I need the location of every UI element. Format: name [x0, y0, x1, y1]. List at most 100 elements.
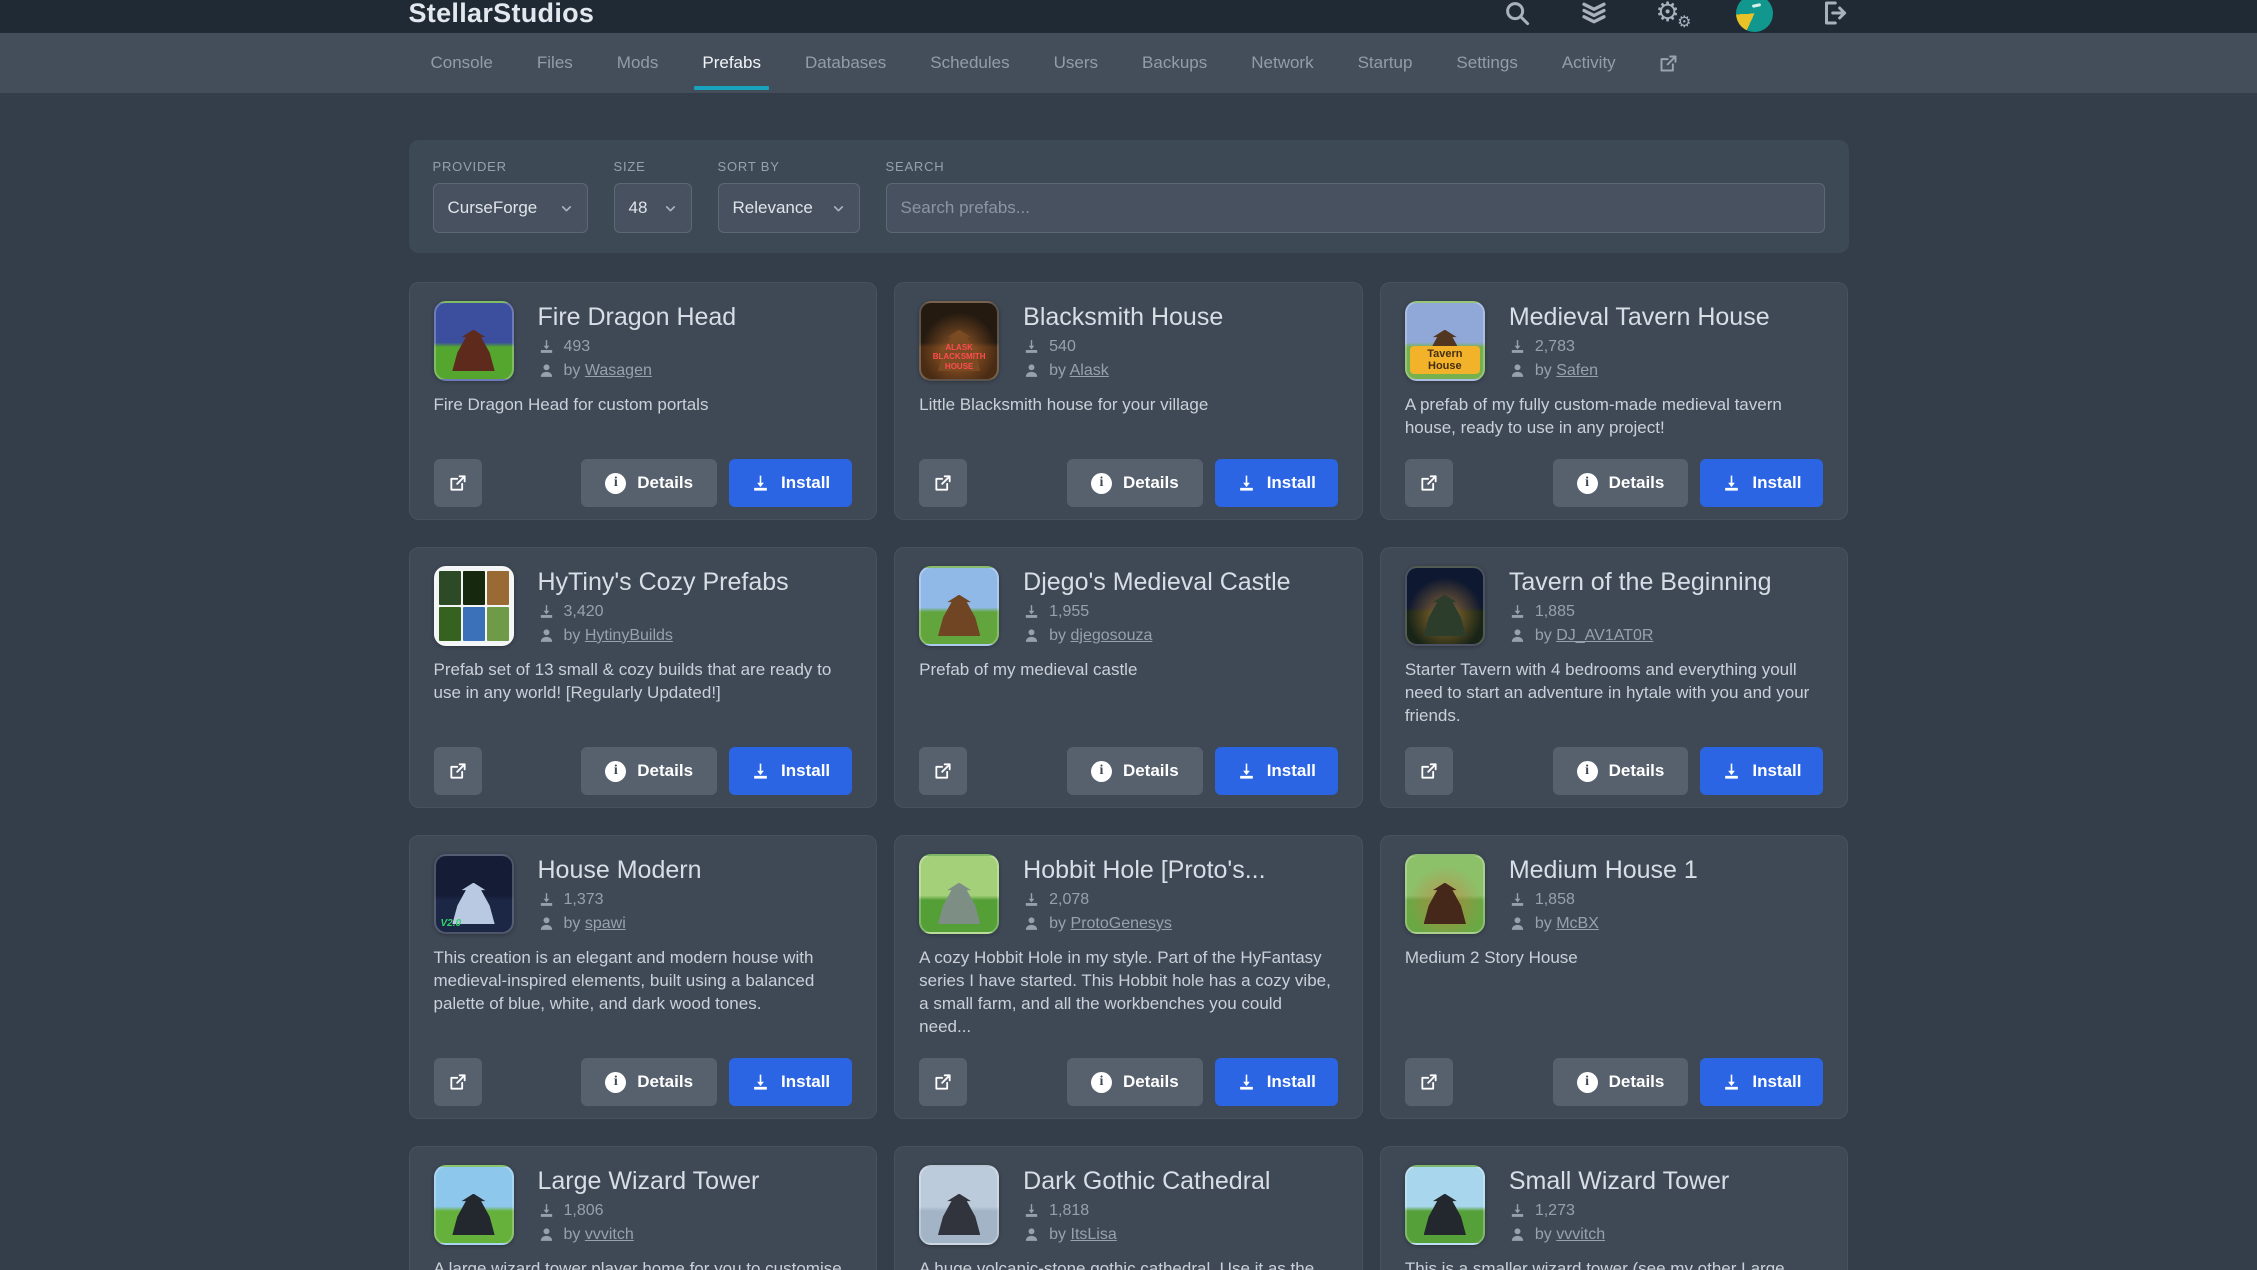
- download-icon: [1023, 338, 1040, 355]
- author-link[interactable]: McBX: [1556, 915, 1599, 932]
- author-row: by djegosouza: [1023, 627, 1290, 645]
- author-link[interactable]: djegosouza: [1071, 627, 1153, 644]
- main-content: PROVIDER CurseForge SIZE 48 SO: [409, 93, 1849, 1270]
- page: StellarStudios ⚙⚙: [0, 0, 2257, 1270]
- search-icon[interactable]: [1502, 0, 1532, 28]
- info-icon: i: [1091, 1072, 1112, 1093]
- size-select[interactable]: 48: [614, 183, 692, 233]
- card-footer: i Details Install: [434, 1058, 853, 1106]
- details-button[interactable]: i Details: [1553, 459, 1689, 507]
- person-icon: [1023, 1226, 1040, 1243]
- download-count: 1,858: [1535, 891, 1575, 909]
- tab-mods[interactable]: Mods: [595, 33, 681, 93]
- sort-select[interactable]: Relevance: [718, 183, 860, 233]
- prefab-description: A prefab of my fully custom-made medieva…: [1405, 393, 1824, 439]
- provider-label: PROVIDER: [433, 159, 588, 174]
- tab-files[interactable]: Files: [515, 33, 595, 93]
- install-button[interactable]: Install: [1215, 747, 1338, 795]
- author-link[interactable]: spawi: [585, 915, 626, 932]
- install-button[interactable]: Install: [1215, 1058, 1338, 1106]
- details-button[interactable]: i Details: [581, 747, 717, 795]
- details-label: Details: [637, 1072, 693, 1092]
- downloads-row: 1,955: [1023, 603, 1290, 621]
- prefab-thumbnail: [434, 1165, 514, 1245]
- open-external-button[interactable]: [1405, 459, 1453, 507]
- author-link[interactable]: DJ_AV1AT0R: [1556, 627, 1653, 644]
- details-button[interactable]: i Details: [581, 459, 717, 507]
- download-count: 2,783: [1535, 338, 1575, 356]
- tab-prefabs[interactable]: Prefabs: [680, 33, 783, 93]
- open-external-button[interactable]: [434, 747, 482, 795]
- prefab-description: Medium 2 Story House: [1405, 946, 1824, 1038]
- tab-databases[interactable]: Databases: [783, 33, 908, 93]
- avatar[interactable]: [1736, 0, 1773, 32]
- author-link[interactable]: ItsLisa: [1071, 1226, 1117, 1243]
- prefab-description: Starter Tavern with 4 bedrooms and every…: [1405, 658, 1824, 727]
- thumbnail-tiles: [439, 571, 509, 641]
- author-link[interactable]: Alask: [1070, 362, 1109, 379]
- external-link-icon: [448, 1072, 468, 1092]
- person-icon: [538, 362, 555, 379]
- prefab-description: Prefab of my medieval castle: [919, 658, 1338, 727]
- author-link[interactable]: Safen: [1556, 362, 1598, 379]
- details-button[interactable]: i Details: [1067, 747, 1203, 795]
- card-header: HyTiny's Cozy Prefabs 3,420 by HytinyBui…: [434, 566, 853, 646]
- open-external-button[interactable]: [1405, 747, 1453, 795]
- open-external-button[interactable]: [1405, 1058, 1453, 1106]
- author-link[interactable]: ProtoGenesys: [1071, 915, 1172, 932]
- external-link-icon[interactable]: [1638, 33, 1699, 93]
- install-button[interactable]: Install: [729, 1058, 852, 1106]
- install-button[interactable]: Install: [729, 459, 852, 507]
- open-external-button[interactable]: [919, 747, 967, 795]
- settings-gears-icon[interactable]: ⚙⚙: [1656, 0, 1690, 29]
- tab-startup[interactable]: Startup: [1336, 33, 1435, 93]
- tab-backups[interactable]: Backups: [1120, 33, 1229, 93]
- tab-activity[interactable]: Activity: [1540, 33, 1638, 93]
- prefab-description: This creation is an elegant and modern h…: [434, 946, 853, 1038]
- open-external-button[interactable]: [919, 459, 967, 507]
- download-icon: [1237, 1073, 1256, 1092]
- open-external-button[interactable]: [434, 1058, 482, 1106]
- open-external-button[interactable]: [434, 459, 482, 507]
- author-link[interactable]: vvvitch: [585, 1226, 634, 1243]
- prefab-title: Large Wizard Tower: [538, 1167, 760, 1196]
- details-button[interactable]: i Details: [1067, 1058, 1203, 1106]
- tab-console[interactable]: Console: [409, 33, 515, 93]
- author-row: by Alask: [1023, 362, 1223, 380]
- install-button[interactable]: Install: [729, 747, 852, 795]
- open-external-button[interactable]: [919, 1058, 967, 1106]
- logout-icon[interactable]: [1819, 0, 1849, 28]
- details-button[interactable]: i Details: [1067, 459, 1203, 507]
- tab-users[interactable]: Users: [1032, 33, 1120, 93]
- top-navbar: StellarStudios ⚙⚙: [0, 0, 2257, 33]
- author-link[interactable]: HytinyBuilds: [585, 627, 673, 644]
- search-input[interactable]: [886, 183, 1825, 233]
- layers-icon[interactable]: [1578, 0, 1610, 28]
- person-icon: [1023, 627, 1040, 644]
- tab-schedules[interactable]: Schedules: [908, 33, 1031, 93]
- prefab-card: Hobbit Hole [Proto's... 2,078 by ProtoGe…: [894, 835, 1363, 1119]
- prefab-thumbnail: Tavern House: [1405, 301, 1485, 381]
- details-button[interactable]: i Details: [581, 1058, 717, 1106]
- downloads-row: 493: [538, 338, 737, 356]
- chevron-down-icon: [664, 202, 677, 215]
- provider-select[interactable]: CurseForge: [433, 183, 588, 233]
- by-label: by: [1049, 1226, 1066, 1243]
- tab-settings[interactable]: Settings: [1434, 33, 1539, 93]
- prefab-card: Large Wizard Tower 1,806 by vvvitch A la…: [409, 1146, 878, 1270]
- prefab-grid: Fire Dragon Head 493 by Wasagen Fire Dra…: [409, 282, 1849, 1270]
- details-button[interactable]: i Details: [1553, 747, 1689, 795]
- install-button[interactable]: Install: [1700, 459, 1823, 507]
- download-icon: [1237, 474, 1256, 493]
- author-link[interactable]: Wasagen: [585, 362, 652, 379]
- prefab-title: Fire Dragon Head: [538, 303, 737, 332]
- details-button[interactable]: i Details: [1553, 1058, 1689, 1106]
- person-icon: [1023, 362, 1040, 379]
- prefab-title: Dark Gothic Cathedral: [1023, 1167, 1270, 1196]
- install-button[interactable]: Install: [1215, 459, 1338, 507]
- install-button[interactable]: Install: [1700, 1058, 1823, 1106]
- download-icon: [538, 891, 555, 908]
- tab-network[interactable]: Network: [1229, 33, 1335, 93]
- install-button[interactable]: Install: [1700, 747, 1823, 795]
- author-link[interactable]: vvvitch: [1556, 1226, 1605, 1243]
